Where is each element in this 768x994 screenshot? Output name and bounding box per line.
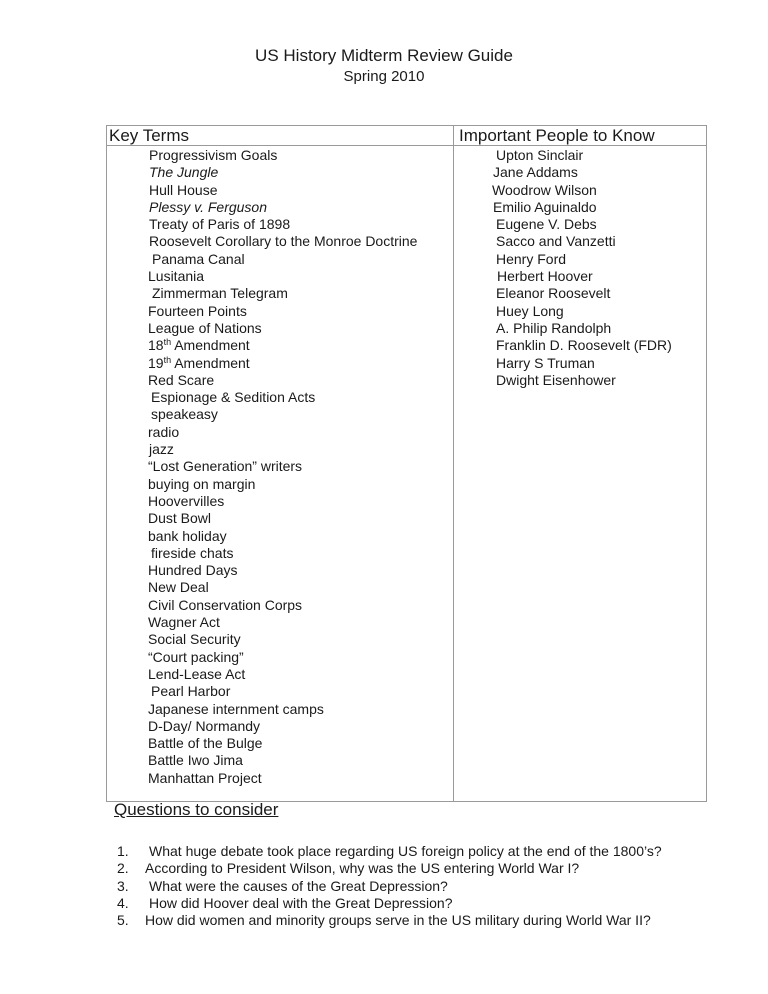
key-term: Espionage & Sedition Acts — [151, 389, 316, 406]
key-term: Social Security — [148, 631, 241, 648]
key-term: 18th Amendment — [148, 337, 417, 354]
key-term: Wagner Act — [148, 614, 220, 631]
question-number: 5. — [117, 912, 129, 929]
key-term: “Court packing” — [148, 648, 244, 665]
person: Dwight Eisenhower — [496, 371, 616, 388]
key-term: Hoovervilles — [148, 492, 225, 509]
key-term: Plessy v. Ferguson — [149, 198, 268, 215]
questions-list: 1. What huge debate took place regarding … — [117, 843, 662, 929]
key-term: jazz — [149, 441, 174, 458]
person: Herbert Hoover — [497, 268, 593, 285]
key-term: New Deal — [148, 579, 209, 596]
column-divider — [453, 126, 454, 801]
document-subtitle: Spring 2010 — [343, 68, 425, 85]
person: Eugene V. Debs — [496, 216, 597, 233]
question-number: 3. — [117, 877, 129, 894]
people-list: Upton Sinclair Jane Addams Woodrow Wilso… — [492, 147, 672, 389]
header-divider — [107, 145, 706, 146]
question-item: 2. According to President Wilson, why was… — [117, 860, 662, 877]
key-term: Battle Iwo Jima — [148, 752, 243, 769]
key-term: “Lost Generation” writers — [148, 458, 303, 475]
key-term: 19th Amendment — [148, 355, 417, 372]
document-title: US History Midterm Review Guide — [255, 46, 513, 65]
person: Woodrow Wilson — [492, 181, 597, 198]
question-text: What huge debate took place regarding US… — [149, 843, 662, 859]
key-term: Lusitania — [148, 268, 205, 285]
key-term: Pearl Harbor — [151, 683, 231, 700]
amendment-word: Amendment — [171, 354, 250, 371]
person: Franklin D. Roosevelt (FDR) — [496, 337, 672, 354]
key-term: League of Nations — [148, 319, 262, 336]
person: Jane Addams — [493, 164, 578, 181]
questions-header: Questions to consider — [114, 800, 279, 819]
question-text: How did women and minority groups serve … — [145, 912, 651, 929]
person: Emilio Aguinaldo — [493, 198, 597, 215]
key-term: Zimmerman Telegram — [152, 285, 288, 302]
key-term: fireside chats — [151, 544, 234, 561]
key-term: Roosevelt Corollary to the Monroe Doctri… — [149, 233, 418, 250]
key-term: The Jungle — [149, 164, 219, 181]
person: Huey Long — [496, 302, 564, 319]
amendment-number: 18 — [148, 337, 164, 354]
key-term: buying on margin — [148, 475, 256, 492]
person: Harry S Truman — [496, 354, 595, 371]
question-text: What were the causes of the Great Depres… — [149, 877, 448, 894]
person: Upton Sinclair — [496, 147, 584, 163]
people-header: Important People to Know — [459, 126, 655, 145]
key-term: Panama Canal — [152, 250, 245, 267]
person: A. Philip Randolph — [496, 319, 612, 336]
key-terms-list: Progressivism Goals The Jungle Hull Hous… — [148, 147, 418, 787]
person: Sacco and Vanzetti — [496, 233, 616, 250]
question-item: 1. What huge debate took place regarding … — [117, 843, 662, 860]
review-table: Key Terms Important People to Know Progr… — [106, 125, 707, 802]
question-item: 5. How did women and minority groups serv… — [117, 912, 662, 929]
key-term: Progressivism Goals — [149, 147, 278, 163]
key-term: Hull House — [149, 181, 218, 198]
person: Henry Ford — [496, 250, 567, 267]
question-item: 3. What were the causes of the Great Depr… — [117, 878, 662, 895]
question-text: How did Hoover deal with the Great Depre… — [149, 894, 453, 911]
key-term: D-Day/ Normandy — [148, 717, 261, 734]
question-item: 4. How did Hoover deal with the Great Dep… — [117, 895, 662, 912]
question-number: 4. — [117, 894, 129, 911]
key-term: radio — [148, 423, 180, 440]
key-term: bank holiday — [148, 527, 227, 544]
key-term: Civil Conservation Corps — [148, 596, 303, 613]
amendment-word: Amendment — [171, 337, 250, 354]
person: Eleanor Roosevelt — [496, 285, 611, 302]
ordinal-suffix: th — [163, 354, 172, 365]
question-number: 2. — [117, 860, 129, 877]
amendment-number: 19 — [148, 354, 164, 371]
question-number: 1. — [117, 843, 129, 859]
key-term: Battle of the Bulge — [148, 735, 263, 752]
key-term: Red Scare — [148, 371, 215, 388]
ordinal-suffix: th — [163, 337, 172, 348]
key-term: Fourteen Points — [148, 302, 247, 319]
key-term: Manhattan Project — [148, 769, 262, 786]
key-term: Japanese internment camps — [148, 700, 324, 717]
key-terms-header: Key Terms — [109, 126, 189, 145]
question-text: According to President Wilson, why was t… — [145, 860, 580, 877]
key-term: Treaty of Paris of 1898 — [149, 216, 291, 233]
key-term: Hundred Days — [148, 562, 238, 579]
key-term: Lend-Lease Act — [148, 665, 246, 682]
key-term: Dust Bowl — [148, 510, 212, 527]
key-term: speakeasy — [151, 406, 218, 423]
